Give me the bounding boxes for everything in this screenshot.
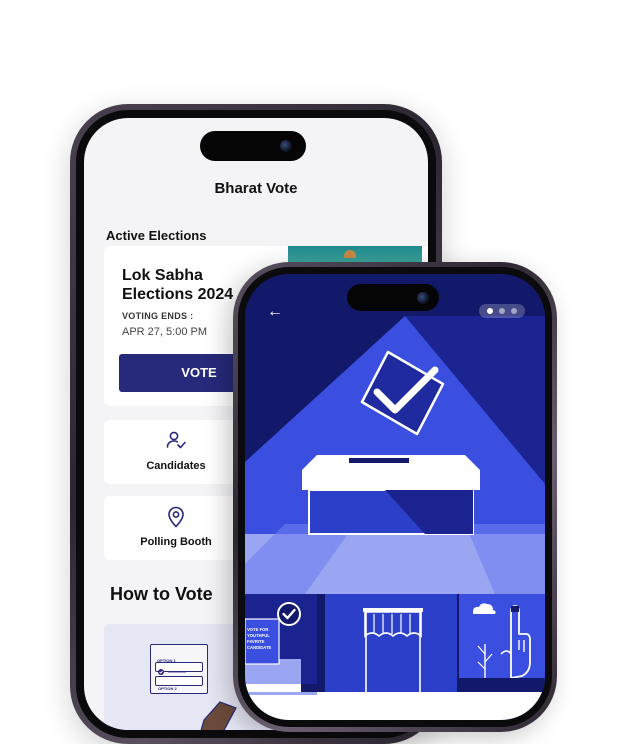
voting-ends-label: VOTING ENDS : xyxy=(122,311,194,321)
pager-dot[interactable] xyxy=(511,308,517,314)
svg-text:CANDIDATE: CANDIDATE xyxy=(247,645,272,650)
pager-dot[interactable] xyxy=(499,308,505,314)
svg-text:YOUTHFUL: YOUTHFUL xyxy=(247,633,270,638)
svg-text:FAVRITE: FAVRITE xyxy=(247,639,265,644)
front-phone-screen: VOTE FOR YOUTHFUL FAVRITE CANDIDATE ← xyxy=(245,274,545,720)
svg-text:VOTE FOR: VOTE FOR xyxy=(247,627,268,632)
back-arrow-icon[interactable]: ← xyxy=(267,304,283,320)
onboarding-pager[interactable] xyxy=(479,304,525,318)
check-circle-icon xyxy=(277,602,301,626)
temple-dome-icon xyxy=(344,250,356,258)
location-pin-icon xyxy=(104,506,248,533)
app-title: Bharat Vote xyxy=(214,180,298,197)
camera-icon xyxy=(280,140,292,152)
ballot-slip-icon: VOTE FOR YOUTHFUL FAVRITE CANDIDATE xyxy=(245,618,280,665)
dynamic-island xyxy=(347,284,439,311)
section-title-active-elections: Active Elections xyxy=(106,228,207,243)
camera-icon xyxy=(417,291,429,304)
candidates-label: Candidates xyxy=(146,460,206,472)
dynamic-island xyxy=(200,131,306,161)
front-phone: VOTE FOR YOUTHFUL FAVRITE CANDIDATE ← xyxy=(233,262,557,732)
how-to-vote-title: How to Vote xyxy=(110,584,213,604)
voting-ends-value: APR 27, 5:00 PM xyxy=(122,326,207,338)
ballot-box-illustration: VOTE FOR YOUTHFUL FAVRITE CANDIDATE xyxy=(245,316,545,720)
polling-booth-tile[interactable]: Polling Booth xyxy=(104,496,248,560)
ballot-box-icon xyxy=(302,455,480,535)
person-check-icon xyxy=(104,430,248,455)
polling-booth-label: Polling Booth xyxy=(140,536,212,548)
candidates-tile[interactable]: Candidates xyxy=(104,420,248,484)
pager-dot-active[interactable] xyxy=(487,308,493,314)
